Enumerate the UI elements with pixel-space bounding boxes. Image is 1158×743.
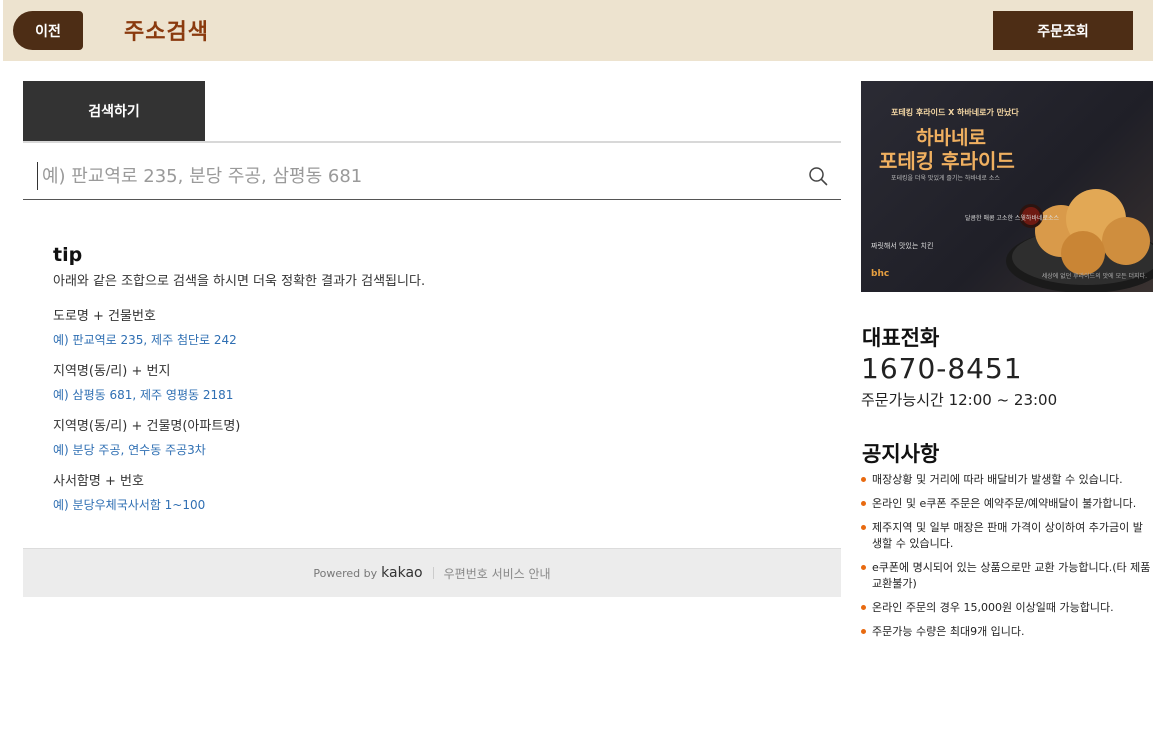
contact-label: 대표전화 (862, 326, 940, 350)
search-bar (23, 150, 841, 200)
banner-description: 포테킹을 더욱 맛있게 즐기는 하바네로 소스 (891, 175, 1000, 182)
notice-item: 온라인 및 e쿠폰 주문은 예약주문/예약배달이 불가합니다. (860, 496, 1152, 512)
tip-item: 지역명(동/리) + 건물명(아파트명) 예) 분당 주공, 연수동 주공3차 (53, 415, 813, 458)
promo-banner[interactable]: 포테킹 후라이드 X 하바네로가 만났다 하바네로 포테킹 후라이드 포테킹을 … (861, 81, 1153, 292)
notice-item: 주문가능 수량은 최대9개 입니다. (860, 624, 1152, 640)
contact-phone: 1670-8451 (861, 352, 1023, 385)
tip-item: 지역명(동/리) + 번지 예) 삼평동 681, 제주 영평동 2181 (53, 360, 813, 403)
tip-item: 도로명 + 건물번호 예) 판교역로 235, 제주 첨단로 242 (53, 305, 813, 348)
banner-subtitle: 포테킹 후라이드 X 하바네로가 만났다 (891, 108, 1019, 117)
footer-divider (432, 567, 434, 579)
postcode-guide-link[interactable]: 우편번호 서비스 안내 (444, 565, 551, 582)
order-hours: 주문가능시간 12:00 ~ 23:00 (861, 391, 1058, 409)
banner-note: 세상에 없던 후라이드의 맛에 모든 더지다. (1041, 273, 1147, 280)
tab-search[interactable]: 검색하기 (23, 81, 205, 141)
tip-heading: 지역명(동/리) + 건물명(아파트명) (53, 419, 241, 434)
kakao-logo[interactable]: kakao (381, 565, 422, 581)
notice-list: 매장상황 및 거리에 따라 배달비가 발생할 수 있습니다. 온라인 및 e쿠폰… (860, 472, 1152, 648)
bhc-logo: bhc (871, 269, 890, 279)
address-search-input[interactable] (37, 162, 777, 190)
banner-title-line2: 포테킹 후라이드 (879, 149, 1015, 173)
tip-example: 예) 판교역로 235, 제주 첨단로 242 (53, 333, 237, 347)
tip-example: 예) 분당우체국사서함 1~100 (53, 498, 206, 512)
notice-title: 공지사항 (862, 442, 940, 466)
tip-heading: 도로명 + 건물번호 (53, 309, 156, 324)
page-title: 주소검색 (124, 20, 209, 45)
search-tip: tip 아래와 같은 조합으로 검색을 하시면 더욱 정확한 결과가 검색됩니다… (53, 244, 813, 525)
tip-example: 예) 삼평동 681, 제주 영평동 2181 (53, 388, 234, 402)
powered-by-text: Powered by (313, 566, 378, 580)
tip-item: 사서함명 + 번호 예) 분당우체국사서함 1~100 (53, 470, 813, 513)
notice-item: 온라인 주문의 경우 15,000원 이상일때 가능합니다. (860, 600, 1152, 616)
tip-heading: 사서함명 + 번호 (53, 474, 144, 489)
top-bar: 이전 주소검색 주문조회 (3, 0, 1153, 61)
tip-example: 예) 분당 주공, 연수동 주공3차 (53, 443, 206, 457)
back-button[interactable]: 이전 (13, 11, 83, 50)
postcode-footer: Powered by kakao 우편번호 서비스 안내 (23, 548, 841, 597)
tip-title: tip (53, 244, 83, 266)
banner-corner-text: 짜릿해서 맛있는 치킨 (871, 242, 934, 250)
tip-description: 아래와 같은 조합으로 검색을 하시면 더욱 정확한 결과가 검색됩니다. (53, 274, 426, 289)
search-icon[interactable] (808, 166, 828, 186)
notice-item: 매장상황 및 거리에 따라 배달비가 발생할 수 있습니다. (860, 472, 1152, 488)
notice-item: e쿠폰에 명시되어 있는 상품으로만 교환 가능합니다.(타 제품 교환불가) (860, 560, 1152, 592)
tab-divider (23, 141, 841, 143)
banner-sauce-text: 달콤한 매콤 고소한 스윗하바네로소스 (965, 215, 1060, 222)
tip-heading: 지역명(동/리) + 번지 (53, 364, 171, 379)
order-lookup-button[interactable]: 주문조회 (993, 11, 1133, 50)
notice-item: 제주지역 및 일부 매장은 판매 가격이 상이하여 추가금이 발생할 수 있습니… (860, 520, 1152, 552)
